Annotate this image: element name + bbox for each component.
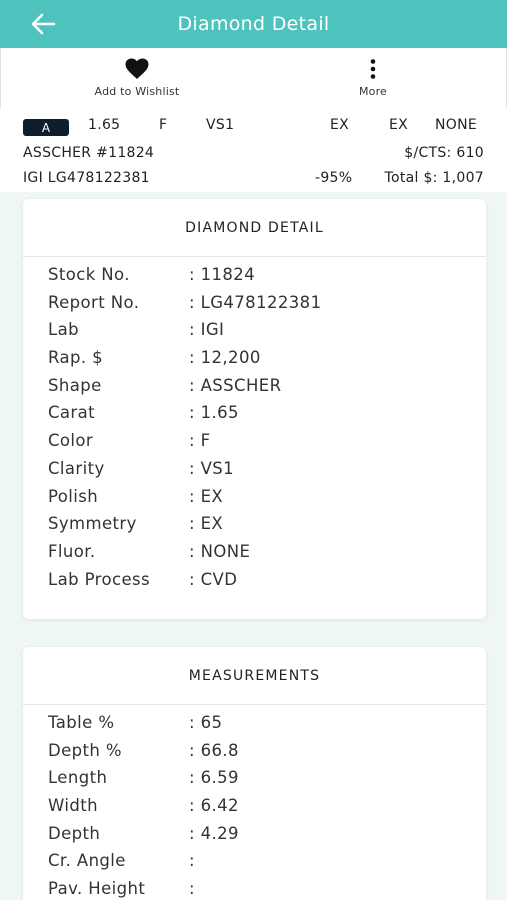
measurement-label: Depth <box>48 823 101 843</box>
summary-shape-id: ASSCHER #11824 <box>23 145 155 161</box>
detail-row: Clarity VS1 <box>23 456 486 484</box>
detail-value: ASSCHER <box>189 376 281 395</box>
detail-row: Carat 1.65 <box>23 400 486 428</box>
measurement-value: 65 <box>189 713 222 732</box>
detail-row: Shape ASSCHER <box>23 373 486 401</box>
summary-color: F <box>159 117 168 133</box>
summary-total: Total $: 1,007 <box>384 170 484 186</box>
detail-label: Polish <box>48 486 99 506</box>
detail-label: Report No. <box>48 292 140 312</box>
detail-row: Fluor. NONE <box>23 539 486 567</box>
detail-label: Color <box>48 431 94 451</box>
detail-row: Symmetry EX <box>23 511 486 539</box>
measurement-label: Table % <box>48 713 115 732</box>
detail-row: Lab IGI <box>23 317 486 345</box>
measurement-row: Width 6.42 <box>23 793 486 821</box>
diamond-detail-card: DIAMOND DETAIL Stock No. 11824 Report No.… <box>23 199 486 619</box>
more-button[interactable]: More <box>337 58 409 98</box>
measurement-row: Depth 4.29 <box>23 821 486 849</box>
measurement-value <box>189 879 195 898</box>
measurement-row: Table % 65 <box>23 710 486 738</box>
measurement-label: Cr. Angle <box>48 851 126 871</box>
measurement-value <box>189 851 195 870</box>
detail-value: LG478122381 <box>189 293 321 312</box>
page-title: Diamond Detail <box>177 13 330 35</box>
measurements-title: MEASUREMENTS <box>23 647 486 705</box>
summary-lab-report: IGI LG478122381 <box>23 170 150 186</box>
app-bar: Diamond Detail <box>0 0 507 48</box>
detail-value: CVD <box>189 570 237 589</box>
detail-value: EX <box>189 487 223 506</box>
add-to-wishlist-button[interactable]: Add to Wishlist <box>87 58 187 98</box>
measurement-label: Pav. Height <box>48 879 146 899</box>
detail-row: Polish EX <box>23 484 486 512</box>
grade-badge: A <box>23 119 69 136</box>
detail-value: 1.65 <box>189 403 239 422</box>
detail-label: Fluor. <box>48 541 96 561</box>
measurement-row: Length 6.59 <box>23 765 486 793</box>
measurement-value: 66.8 <box>189 741 239 760</box>
measurements-card: MEASUREMENTS Table % 65 Depth % 66.8 Lengt… <box>23 647 486 900</box>
measurement-value: 4.29 <box>189 824 239 843</box>
detail-label: Stock No. <box>48 265 130 284</box>
measurement-label: Depth % <box>48 740 122 760</box>
detail-value: IGI <box>189 320 224 339</box>
summary-carat: 1.65 <box>88 117 121 133</box>
detail-label: Rap. $ <box>48 348 104 368</box>
detail-row: Color F <box>23 428 486 456</box>
summary-polish: EX <box>330 117 350 133</box>
back-button[interactable] <box>26 8 60 40</box>
heart-icon <box>125 58 149 79</box>
measurement-row: Cr. Angle <box>23 848 486 876</box>
detail-label: Lab <box>48 320 79 340</box>
more-vertical-icon <box>370 59 376 79</box>
summary-discount: -95% <box>315 170 353 186</box>
summary-price-per-ct: $/CTS: 610 <box>404 145 484 161</box>
measurement-label: Width <box>48 796 98 816</box>
diamond-summary: A 1.65 F VS1 EX EX NONE ASSCHER #11824 $… <box>0 108 507 192</box>
measurement-value: 6.59 <box>189 768 239 787</box>
detail-label: Lab Process <box>48 569 151 589</box>
arrow-left-icon <box>31 13 56 35</box>
detail-value: EX <box>189 514 223 533</box>
summary-fluor: NONE <box>435 117 478 133</box>
detail-row: Lab Process CVD <box>23 567 486 595</box>
detail-label: Shape <box>48 375 102 395</box>
action-bar: Add to Wishlist More <box>0 48 507 108</box>
detail-row: Rap. $ 12,200 <box>23 345 486 373</box>
wishlist-label: Add to Wishlist <box>94 85 180 98</box>
summary-symmetry: EX <box>389 117 409 133</box>
detail-label: Symmetry <box>48 514 137 534</box>
detail-value: VS1 <box>189 459 234 478</box>
detail-label: Carat <box>48 403 95 423</box>
summary-clarity: VS1 <box>206 117 235 133</box>
detail-value: NONE <box>189 542 250 561</box>
detail-row: Report No. LG478122381 <box>23 290 486 318</box>
more-label: More <box>358 85 388 98</box>
detail-row: Stock No. 11824 <box>23 262 486 290</box>
measurement-row: Pav. Height <box>23 876 486 900</box>
diamond-detail-title: DIAMOND DETAIL <box>23 199 486 257</box>
detail-value: 11824 <box>189 265 255 284</box>
measurement-label: Length <box>48 768 108 788</box>
detail-label: Clarity <box>48 458 105 478</box>
detail-value: 12,200 <box>189 348 261 367</box>
measurement-row: Depth % 66.8 <box>23 738 486 766</box>
measurement-value: 6.42 <box>189 796 239 815</box>
detail-value: F <box>189 431 211 450</box>
